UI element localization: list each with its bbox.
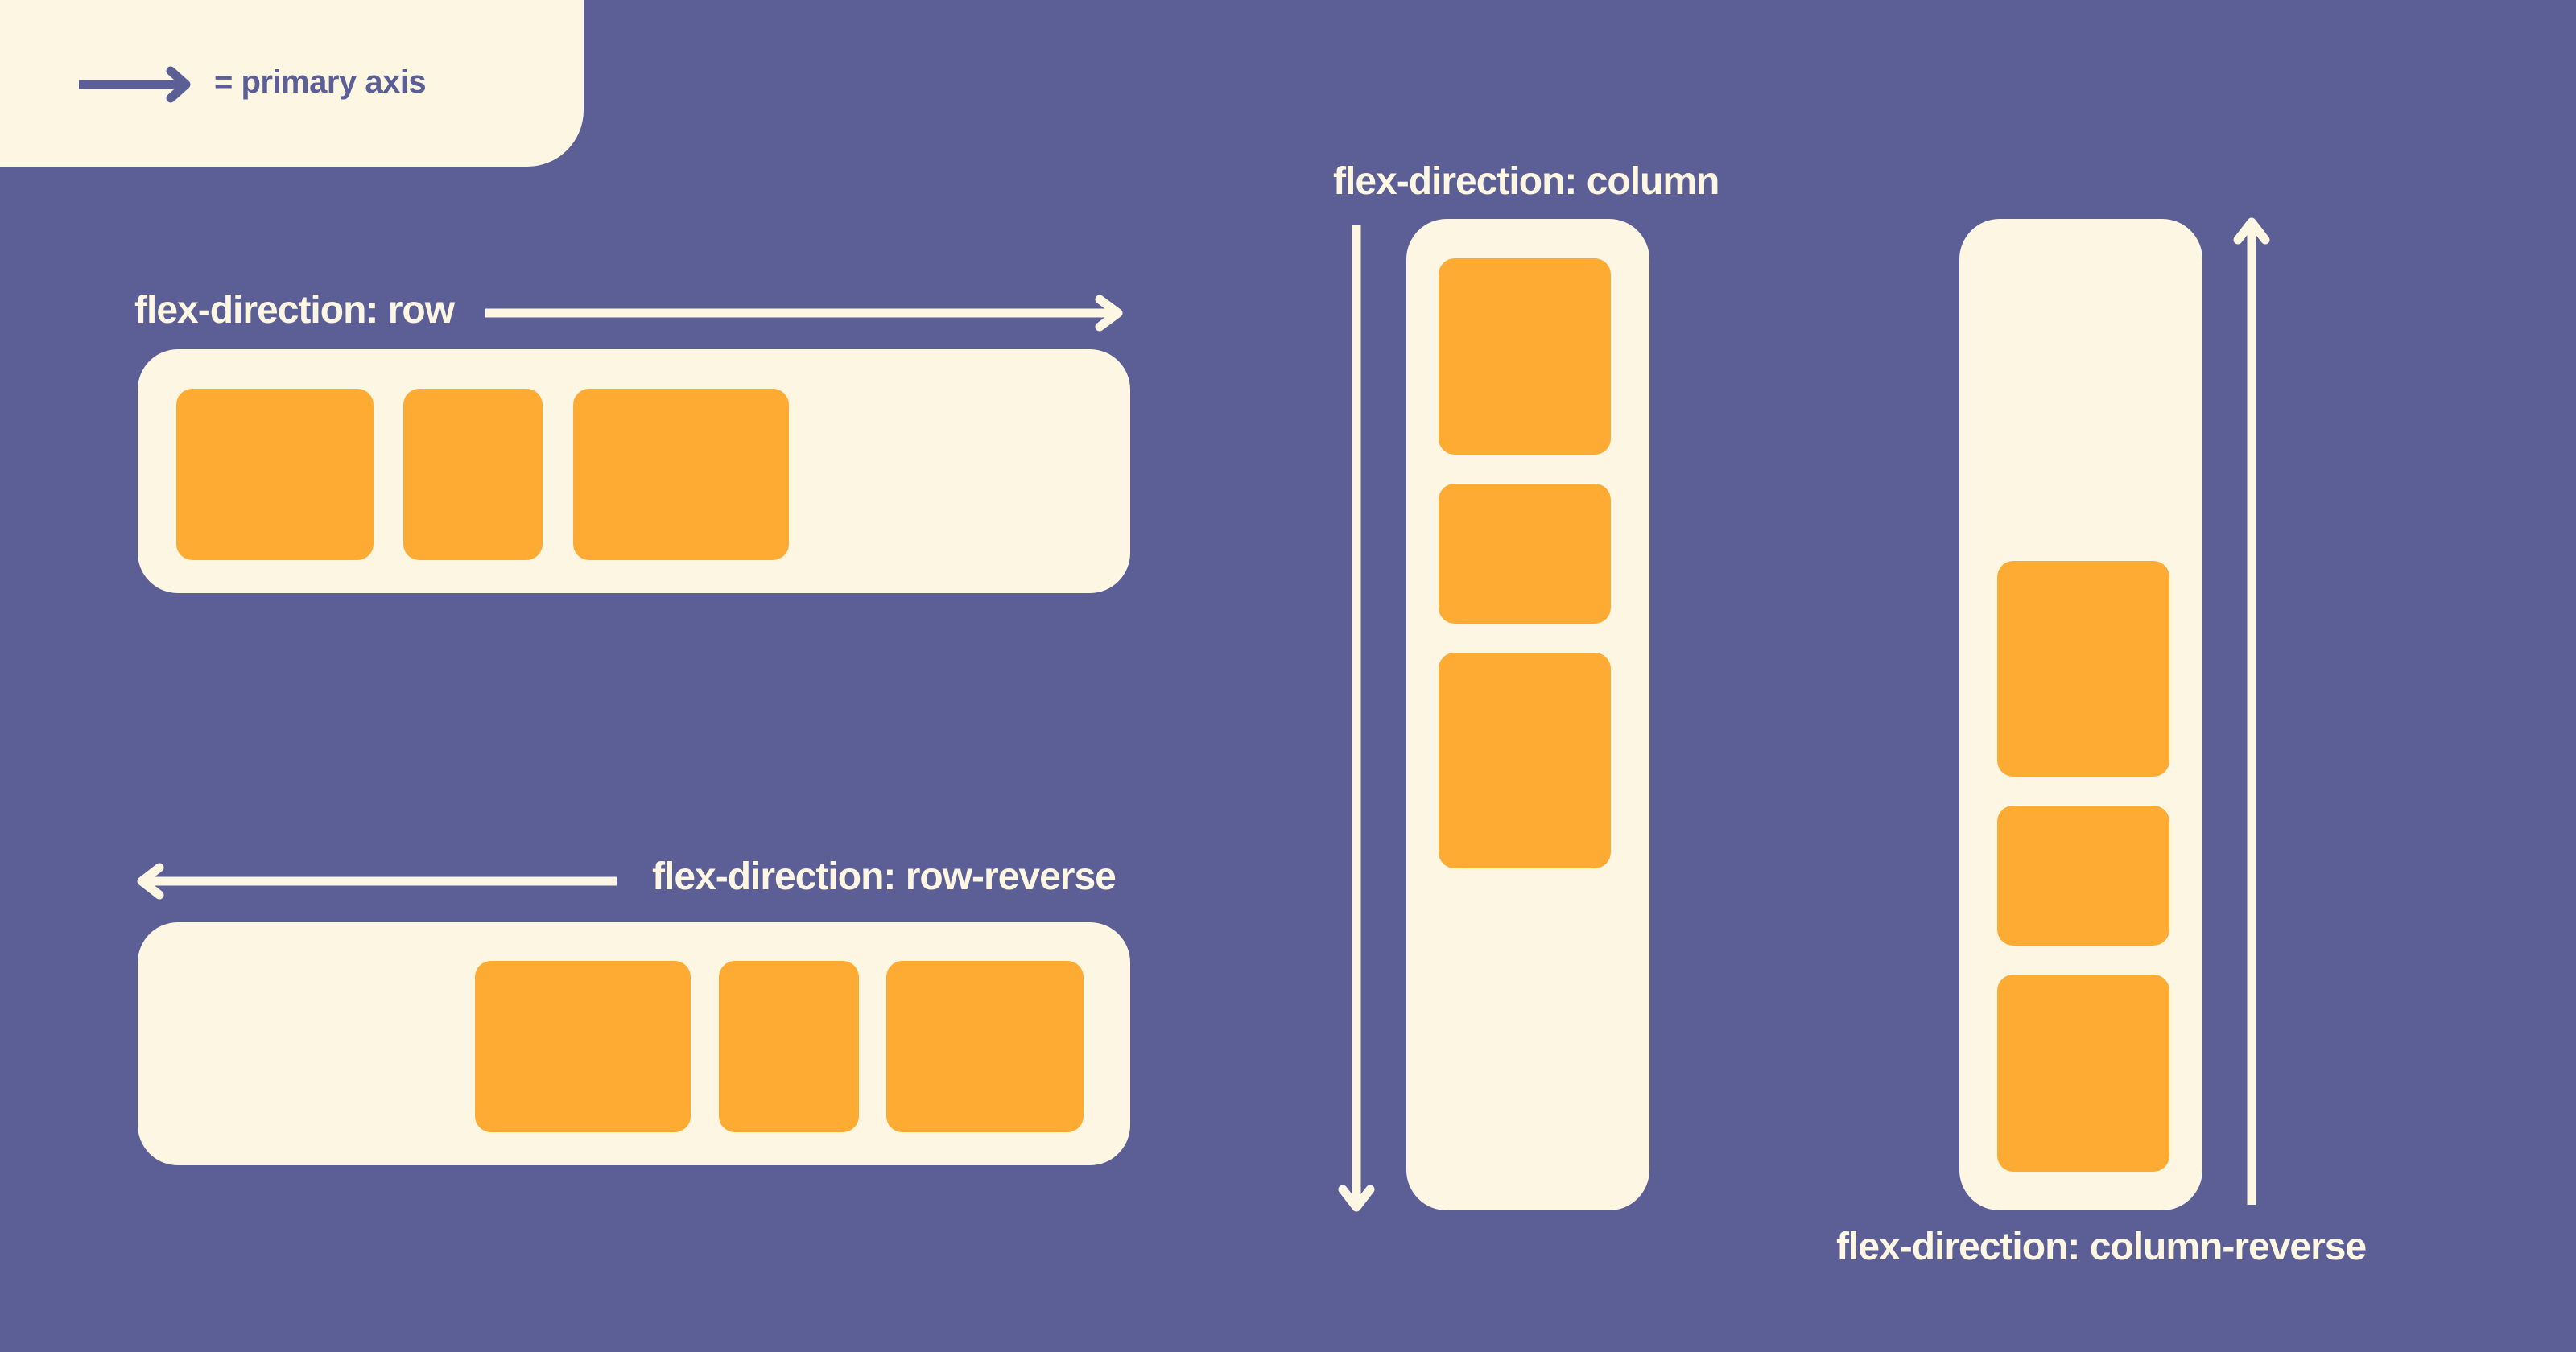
arrow-left-icon (137, 863, 617, 900)
arrow-right-icon (485, 295, 1123, 332)
axis-arrows (79, 66, 2270, 1212)
arrow-down-icon (1338, 225, 1375, 1212)
arrow-right-icon (79, 66, 191, 103)
arrow-up-icon (2233, 217, 2270, 1205)
